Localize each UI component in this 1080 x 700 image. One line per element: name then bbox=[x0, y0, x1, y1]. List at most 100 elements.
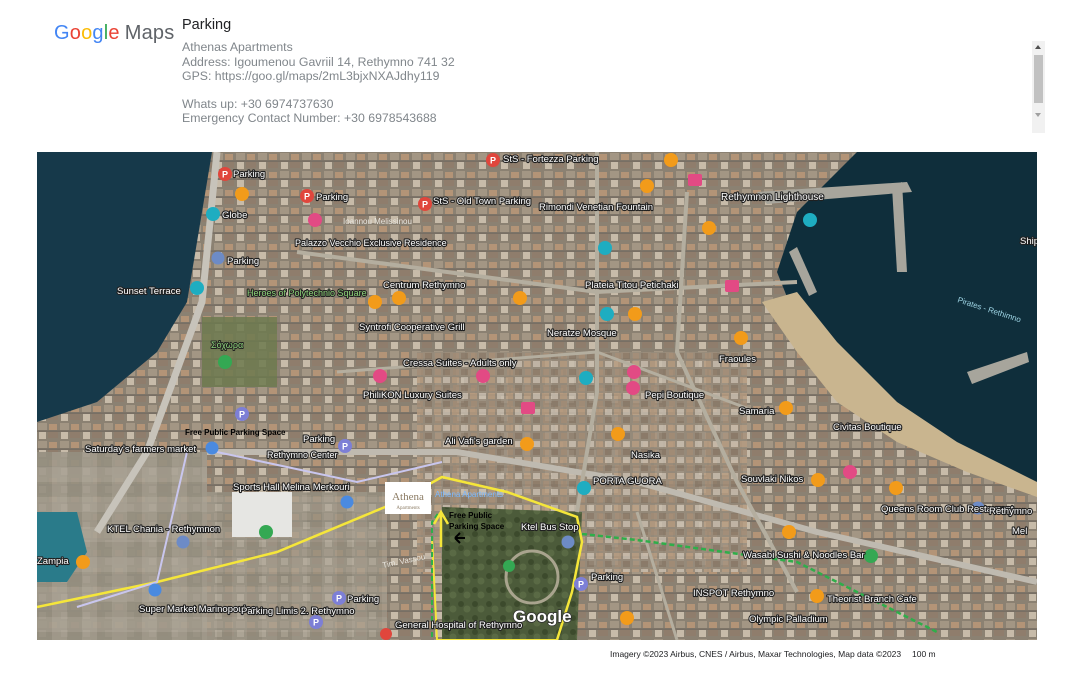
attraction-pin-icon[interactable] bbox=[598, 241, 612, 255]
map-label-parking-limis[interactable]: Parking Limis 2. Rethymno bbox=[240, 605, 356, 618]
attraction-pin-icon[interactable] bbox=[190, 281, 204, 295]
parking-pin-icon[interactable]: P bbox=[418, 197, 432, 211]
hotel-pin-icon[interactable] bbox=[626, 381, 640, 395]
park-pin-icon[interactable] bbox=[864, 549, 878, 563]
restaurant-pin-icon[interactable] bbox=[734, 331, 748, 345]
map-label-lighthouse[interactable]: Rethymnon Lighthouse bbox=[720, 191, 825, 204]
parking-pin-icon[interactable]: P bbox=[486, 153, 500, 167]
map-label-rimondi[interactable]: Rimondi Venetian Fountain bbox=[538, 201, 654, 214]
map-label-parking[interactable]: Parking bbox=[315, 191, 349, 204]
attraction-pin-icon[interactable] bbox=[579, 371, 593, 385]
bus-stop-pin-icon[interactable] bbox=[176, 535, 190, 549]
park-pin-icon[interactable] bbox=[218, 355, 232, 369]
place-gps-link[interactable]: GPS: https://goo.gl/maps/2mL3bjxNXAJdhy1… bbox=[182, 69, 455, 83]
hotel-pin-icon[interactable] bbox=[725, 280, 739, 292]
hotel-pin-icon[interactable] bbox=[627, 365, 641, 379]
map-label-general-hospital[interactable]: General Hospital of Rethymno bbox=[394, 619, 523, 632]
map-label-zampia[interactable]: Zampia bbox=[37, 555, 70, 568]
hospital-pin-icon[interactable] bbox=[380, 628, 392, 640]
bus-stop-pin-icon[interactable] bbox=[340, 495, 354, 509]
map-label-porta-guora[interactable]: PORTA GUORA bbox=[592, 475, 664, 488]
restaurant-pin-icon[interactable] bbox=[889, 481, 903, 495]
scroll-thumb[interactable] bbox=[1034, 55, 1043, 103]
restaurant-pin-icon[interactable] bbox=[628, 307, 642, 321]
map-label-parking[interactable]: Parking bbox=[346, 593, 380, 606]
map-label-sunset-terrace[interactable]: Sunset Terrace bbox=[116, 285, 182, 298]
map-label-parking[interactable]: Parking bbox=[226, 255, 260, 268]
map-label-nasika[interactable]: Nasika bbox=[630, 449, 662, 462]
map-label-philikon[interactable]: PhiliKON Luxury Suites bbox=[362, 389, 463, 402]
hotel-pin-icon[interactable] bbox=[688, 174, 702, 186]
map-label-parking[interactable]: Parking bbox=[590, 571, 624, 584]
park-pin-icon[interactable] bbox=[259, 525, 273, 539]
map-label-wasabi[interactable]: Wasabi Sushi & Noodles Bar bbox=[742, 549, 866, 562]
restaurant-pin-icon[interactable] bbox=[782, 525, 796, 539]
hotel-pin-icon[interactable] bbox=[373, 369, 387, 383]
parking-pin-icon[interactable]: P bbox=[218, 167, 232, 181]
bus-stop-pin-icon[interactable] bbox=[148, 583, 162, 597]
attraction-pin-icon[interactable] bbox=[206, 207, 220, 221]
map-label-rethymno[interactable]: Rethymno bbox=[988, 505, 1034, 518]
restaurant-pin-icon[interactable] bbox=[520, 437, 534, 451]
park-pin-icon[interactable] bbox=[503, 560, 515, 572]
attraction-pin-icon[interactable] bbox=[577, 481, 591, 495]
restaurant-pin-icon[interactable] bbox=[513, 291, 527, 305]
map-label-sochora[interactable]: Σόχωρα bbox=[210, 339, 244, 351]
map-label-palazzo[interactable]: Palazzo Vecchio Exclusive Residence bbox=[294, 237, 448, 249]
map-label-inspot[interactable]: INSPOT Rethymno bbox=[692, 587, 775, 600]
map-label-heroes-square[interactable]: Heroes of Polytechnio Square bbox=[246, 287, 368, 299]
parking-pin-icon[interactable]: P bbox=[574, 577, 588, 591]
bus-stop-pin-icon[interactable] bbox=[561, 535, 575, 549]
map-label-pepi-boutique[interactable]: Pepi Boutique bbox=[644, 389, 705, 402]
restaurant-pin-icon[interactable] bbox=[76, 555, 90, 569]
map-label-civitas[interactable]: Civitas Boutique bbox=[832, 421, 903, 434]
scroll-up-arrow-icon[interactable] bbox=[1035, 45, 1041, 49]
scroll-down-arrow-icon[interactable] bbox=[1035, 113, 1041, 117]
map-label-plateia-titou[interactable]: Plateia Titou Petichaki bbox=[584, 279, 680, 292]
map-label-mel[interactable]: Mel bbox=[1011, 525, 1029, 538]
restaurant-pin-icon[interactable] bbox=[392, 291, 406, 305]
map-label-globe[interactable]: Globe bbox=[221, 209, 249, 222]
bus-stop-pin-icon[interactable] bbox=[205, 441, 219, 455]
hotel-pin-icon[interactable] bbox=[308, 213, 322, 227]
restaurant-pin-icon[interactable] bbox=[811, 473, 825, 487]
map-label-neratze-mosque[interactable]: Neratze Mosque bbox=[546, 327, 618, 340]
parking-pin-icon[interactable]: P bbox=[300, 189, 314, 203]
map-label-souvlaki[interactable]: Souvlaki Nikos bbox=[740, 473, 805, 486]
restaurant-pin-icon[interactable] bbox=[640, 179, 654, 193]
restaurant-pin-icon[interactable] bbox=[702, 221, 716, 235]
map-label-olympic-palladium[interactable]: Olympic Palladium bbox=[748, 613, 829, 626]
map-label-sts-fortezza[interactable]: StS - Fortezza Parking bbox=[502, 153, 600, 166]
map-label-cressa-suites[interactable]: Cressa Suites - Adults only bbox=[402, 357, 518, 370]
attraction-pin-icon[interactable] bbox=[803, 213, 817, 227]
map-label-ship[interactable]: Ship bbox=[1019, 235, 1037, 248]
map-label-parking[interactable]: Parking bbox=[302, 433, 336, 446]
map-label-fraoules[interactable]: Fraoules bbox=[718, 353, 757, 366]
map-label-parking[interactable]: Parking bbox=[232, 168, 266, 181]
hotel-pin-icon[interactable] bbox=[521, 402, 535, 414]
map-label-ali-vafi[interactable]: Ali Vafi's garden bbox=[444, 435, 514, 448]
restaurant-pin-icon[interactable] bbox=[611, 427, 625, 441]
parking-pin-icon[interactable]: P bbox=[309, 615, 323, 629]
map-label-syntrofi[interactable]: Syntrofi Cooperative Grill bbox=[358, 321, 466, 334]
restaurant-pin-icon[interactable] bbox=[664, 153, 678, 167]
parking-pin-icon[interactable]: P bbox=[332, 591, 346, 605]
map-label-sts-old-town[interactable]: StS - Old Town Parking bbox=[432, 195, 532, 208]
map-label-ktel-chania[interactable]: KTEL Chania - Rethymnon bbox=[106, 523, 221, 536]
restaurant-pin-icon[interactable] bbox=[620, 611, 634, 625]
hotel-pin-icon[interactable] bbox=[843, 465, 857, 479]
place-pin-icon[interactable] bbox=[211, 251, 225, 265]
map-label-farmers-market[interactable]: Saturday's farmers market bbox=[84, 443, 198, 456]
map-label-theorist[interactable]: Theorist Branch Cafe bbox=[826, 593, 918, 606]
parking-pin-icon[interactable]: P bbox=[338, 439, 352, 453]
map-label-centrum[interactable]: Centrum Rethymno bbox=[382, 279, 467, 292]
map-label-ktel-bus-stop[interactable]: Ktel Bus Stop bbox=[520, 521, 580, 534]
restaurant-pin-icon[interactable] bbox=[779, 401, 793, 415]
restaurant-pin-icon[interactable] bbox=[810, 589, 824, 603]
hotel-pin-icon[interactable] bbox=[476, 369, 490, 383]
satellite-map[interactable]: Athena Apartments P P P P P P P P P Park… bbox=[37, 152, 1037, 640]
attraction-pin-icon[interactable] bbox=[600, 307, 614, 321]
map-label-athena-apartments[interactable]: Athena Apartments bbox=[435, 490, 503, 499]
restaurant-pin-icon[interactable] bbox=[368, 295, 382, 309]
map-label-super-market[interactable]: Super Market Marinopoulos bbox=[138, 603, 257, 616]
